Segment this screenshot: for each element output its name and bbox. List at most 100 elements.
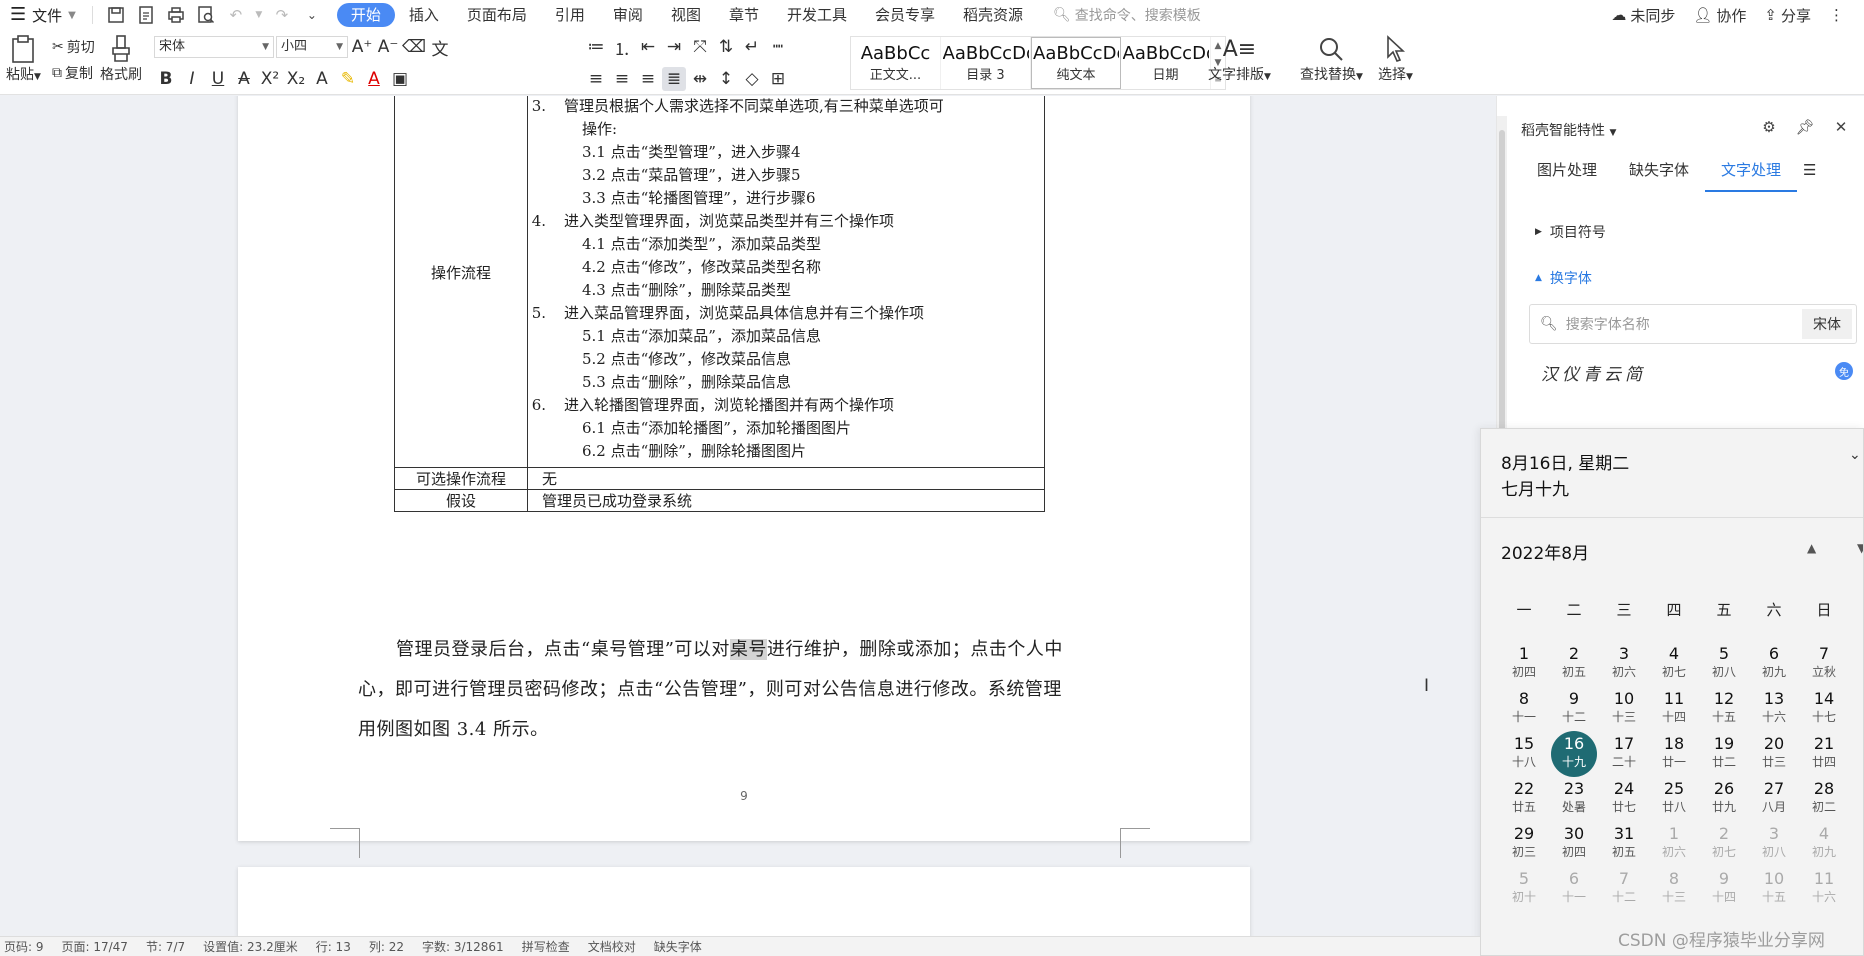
calendar-day[interactable]: 13 十六: [1751, 686, 1797, 732]
calendar-day[interactable]: 25 廿八: [1651, 776, 1697, 822]
customize-chevron-icon[interactable]: ⌄: [299, 2, 325, 28]
line-spacing-icon[interactable]: ↕: [714, 67, 738, 91]
save-icon[interactable]: [103, 2, 129, 28]
sort-icon[interactable]: ⇅: [714, 35, 738, 59]
file-menu-button[interactable]: ☰ 文件 ▼: [0, 0, 86, 30]
font-search-input[interactable]: 🔍︎ 搜索字体名称 宋体: [1529, 304, 1857, 344]
calendar-day[interactable]: 16 十九: [1551, 731, 1597, 777]
bold-icon[interactable]: B: [154, 67, 178, 91]
document-canvas[interactable]: 操作流程 2.系统显示菜品信息管理的全部菜单3.管理员根据个人需求选择不同菜单选…: [0, 96, 1496, 936]
calendar-day[interactable]: 6 十一: [1551, 866, 1597, 912]
calendar-day[interactable]: 19 廿二: [1701, 731, 1747, 777]
underline-icon[interactable]: U: [206, 67, 230, 91]
calendar-day[interactable]: 18 廿一: [1651, 731, 1697, 777]
borders-icon[interactable]: ⊞: [766, 67, 790, 91]
command-search[interactable]: 🔍︎ 查找命令、搜索模板: [1053, 5, 1201, 25]
tab-home[interactable]: 开始: [336, 3, 395, 27]
collaborate-button[interactable]: 👤︎ 协作: [1693, 5, 1746, 26]
status-item[interactable]: 缺失字体: [654, 938, 702, 955]
select-button[interactable]: 选择▼: [1378, 34, 1413, 84]
tab-review[interactable]: 审阅: [599, 3, 657, 27]
calendar-full-date[interactable]: 8月16日, 星期二: [1501, 449, 1629, 474]
show-marks-icon[interactable]: ↵: [740, 35, 764, 59]
highlight-icon[interactable]: ✎: [336, 67, 360, 91]
strikethrough-icon[interactable]: A: [232, 67, 256, 91]
tab-member[interactable]: 会员专享: [861, 3, 949, 27]
ruler-icon[interactable]: ┉: [766, 35, 790, 59]
increase-indent-icon[interactable]: ⇥: [662, 35, 686, 59]
calendar-day[interactable]: 10 十五: [1751, 866, 1797, 912]
menu-icon[interactable]: ☰: [1797, 158, 1832, 192]
format-painter-button[interactable]: 格式刷: [100, 34, 142, 84]
tab-docer-resources[interactable]: 稻壳资源: [949, 3, 1037, 27]
tab-missing-fonts[interactable]: 缺失字体: [1613, 158, 1705, 192]
pin-icon[interactable]: 📌︎: [1794, 116, 1816, 138]
calendar-day[interactable]: 27 八月: [1751, 776, 1797, 822]
next-month-icon[interactable]: ▼: [1857, 541, 1863, 555]
calendar-day[interactable]: 11 十六: [1801, 866, 1847, 912]
font-sample[interactable]: 汉仪青云简: [1541, 360, 1646, 385]
calendar-day[interactable]: 2 初七: [1701, 821, 1747, 867]
calendar-day[interactable]: 12 十五: [1701, 686, 1747, 732]
tab-chapter[interactable]: 章节: [715, 3, 773, 27]
calendar-day[interactable]: 22 廿五: [1501, 776, 1547, 822]
panel-title[interactable]: 稻壳智能特性 ▼: [1521, 120, 1616, 140]
section-bullets[interactable]: ▶ 项目符号: [1535, 222, 1606, 242]
previous-month-icon[interactable]: ▲: [1807, 541, 1816, 555]
font-name-select[interactable]: 宋体 ▼: [154, 36, 274, 58]
calendar-day[interactable]: 30 初四: [1551, 821, 1597, 867]
justify-icon[interactable]: ≣: [662, 67, 686, 91]
calendar-day[interactable]: 26 廿九: [1701, 776, 1747, 822]
calendar-day[interactable]: 23 处暑: [1551, 776, 1597, 822]
calendar-day[interactable]: 4 初九: [1801, 821, 1847, 867]
align-left-icon[interactable]: ≡: [584, 67, 608, 91]
calendar-day[interactable]: 1 初六: [1651, 821, 1697, 867]
numbered-list-icon[interactable]: ⒈: [610, 35, 634, 60]
clear-format-icon[interactable]: ⌫: [402, 35, 426, 59]
calendar-day[interactable]: 28 初二: [1801, 776, 1847, 822]
calendar-day[interactable]: 8 十一: [1501, 686, 1547, 732]
phonetic-guide-icon[interactable]: 文: [428, 35, 452, 60]
text-layout-button[interactable]: A≡ 文字排版▼: [1208, 34, 1271, 84]
print-preview-icon[interactable]: [193, 2, 219, 28]
settings-icon[interactable]: ⚙: [1758, 116, 1780, 138]
more-icon[interactable]: ⋮: [1829, 6, 1844, 24]
calendar-day[interactable]: 8 十三: [1651, 866, 1697, 912]
text-effect-icon[interactable]: A: [310, 67, 334, 91]
decrease-indent-icon[interactable]: ⇤: [636, 35, 660, 59]
tab-image-processing[interactable]: 图片处理: [1521, 158, 1613, 192]
calendar-day[interactable]: 11 十四: [1651, 686, 1697, 732]
chevron-down-icon[interactable]: ▼: [253, 2, 265, 28]
share-button[interactable]: ⇪ 分享: [1764, 5, 1811, 26]
calendar-day[interactable]: 17 二十: [1601, 731, 1647, 777]
align-right-icon[interactable]: ≡: [636, 67, 660, 91]
calendar-day[interactable]: 5 初八: [1701, 641, 1747, 687]
tab-insert[interactable]: 插入: [395, 3, 453, 27]
font-size-select[interactable]: 小四 ▼: [276, 36, 348, 58]
char-border-icon[interactable]: ▣: [388, 67, 412, 91]
calendar-day[interactable]: 3 初六: [1601, 641, 1647, 687]
superscript-icon[interactable]: X²: [258, 67, 282, 91]
print-icon[interactable]: [163, 2, 189, 28]
calendar-day[interactable]: 2 初五: [1551, 641, 1597, 687]
calendar-day[interactable]: 10 十三: [1601, 686, 1647, 732]
export-pdf-icon[interactable]: [133, 2, 159, 28]
calendar-day[interactable]: 6 初九: [1751, 641, 1797, 687]
section-change-font[interactable]: ▲ 换字体: [1535, 268, 1592, 288]
tab-view[interactable]: 视图: [657, 3, 715, 27]
calendar-day[interactable]: 7 立秋: [1801, 641, 1847, 687]
close-icon[interactable]: ✕: [1830, 116, 1852, 138]
tab-developer[interactable]: 开发工具: [773, 3, 861, 27]
calendar-day[interactable]: 1 初四: [1501, 641, 1547, 687]
subscript-icon[interactable]: X₂: [284, 67, 308, 91]
find-replace-button[interactable]: 查找替换▼: [1300, 34, 1363, 84]
document-page-next[interactable]: [238, 867, 1250, 936]
document-page[interactable]: 操作流程 2.系统显示菜品信息管理的全部菜单3.管理员根据个人需求选择不同菜单选…: [238, 96, 1250, 858]
chinese-layout-icon[interactable]: ⤧: [688, 35, 712, 59]
calendar-day[interactable]: 21 廿四: [1801, 731, 1847, 777]
italic-icon[interactable]: I: [180, 67, 204, 91]
style-plain-text[interactable]: AaBbCcDd 纯文本: [1031, 37, 1121, 89]
calendar-day[interactable]: 14 十七: [1801, 686, 1847, 732]
calendar-day[interactable]: 15 十八: [1501, 731, 1547, 777]
shading-icon[interactable]: ◇: [740, 67, 764, 91]
